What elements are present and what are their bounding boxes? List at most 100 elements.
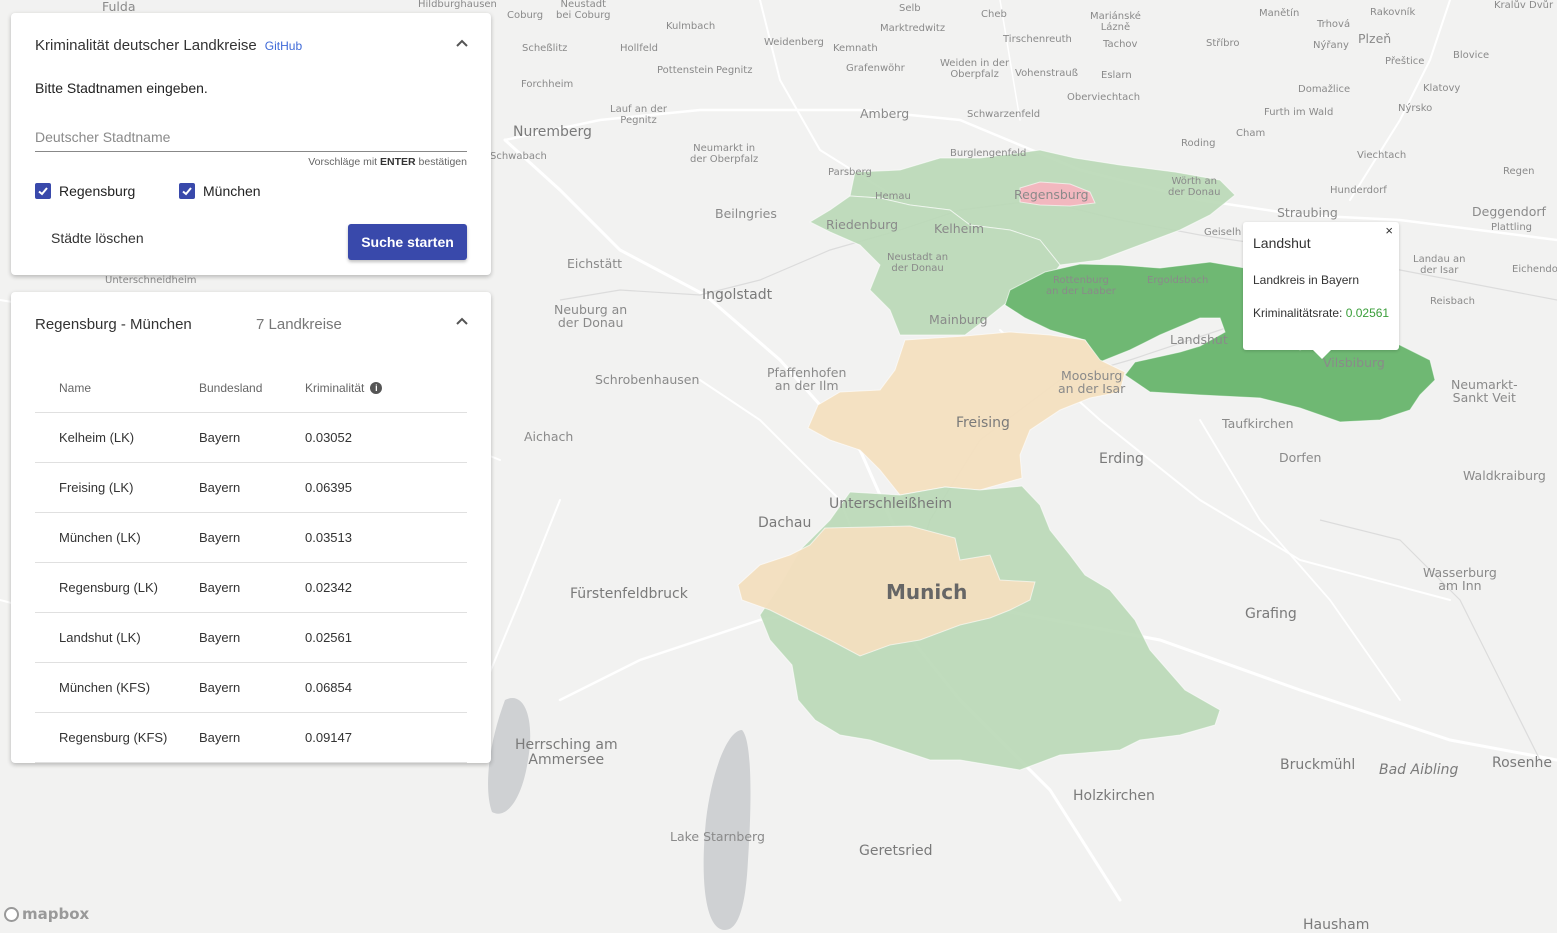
map-place-label: Viechtach bbox=[1357, 150, 1407, 161]
map-place-label: Pottenstein bbox=[657, 65, 714, 76]
map-place-label: Selb bbox=[899, 3, 921, 14]
map-place-label: Marktredwitz bbox=[880, 23, 946, 34]
map-place-label: Blovice bbox=[1453, 50, 1490, 61]
close-icon[interactable]: × bbox=[1385, 223, 1393, 238]
map-place-label: Unterschleißheim bbox=[829, 496, 953, 512]
info-icon[interactable]: i bbox=[370, 382, 383, 394]
map-place-label: Schwabach bbox=[490, 151, 547, 162]
map-place-label: Dorfen bbox=[1279, 450, 1322, 465]
panel-title: Kriminalität deutscher Landkreise GitHub bbox=[35, 37, 302, 54]
search-panel: Kriminalität deutscher Landkreise GitHub … bbox=[11, 13, 491, 275]
table-row[interactable]: Freising (LK) Bayern 0.06395 bbox=[35, 462, 467, 513]
map-place-label: Scheßlitz bbox=[522, 43, 568, 54]
map-place-label: Fürstenfeldbruck bbox=[570, 586, 688, 602]
map-place-label: Pegnitz bbox=[716, 65, 753, 76]
prompt-text: Bitte Stadtnamen eingeben. bbox=[35, 80, 208, 96]
chevron-up-icon[interactable] bbox=[455, 314, 469, 328]
map-place-label: Eichendo bbox=[1512, 264, 1557, 275]
map-place-label: Kralův Dvůr bbox=[1494, 0, 1554, 11]
map-place-label: Manětín bbox=[1259, 8, 1300, 19]
map-place-label: Klatovy bbox=[1423, 83, 1461, 94]
map-place-label: Eichstätt bbox=[567, 256, 623, 271]
checkbox-regensburg[interactable]: Regensburg bbox=[35, 183, 135, 199]
map-place-label: Aichach bbox=[524, 429, 574, 444]
cell-bundesland: Bayern bbox=[198, 512, 304, 563]
cell-name: München (KFS) bbox=[35, 662, 198, 713]
results-title: Regensburg - München bbox=[35, 316, 192, 333]
map-place-label: Holzkirchen bbox=[1073, 788, 1155, 804]
cell-name: Freising (LK) bbox=[35, 462, 198, 513]
mapbox-wordmark: mapbox bbox=[22, 905, 90, 923]
cell-kriminalitaet: 0.03513 bbox=[304, 512, 467, 563]
map-place-label: Hildburghausen bbox=[418, 0, 497, 10]
start-search-button[interactable]: Suche starten bbox=[348, 224, 467, 260]
clear-cities-button[interactable]: Städte löschen bbox=[41, 224, 154, 252]
table-row[interactable]: Regensburg (LK) Bayern 0.02342 bbox=[35, 562, 467, 613]
cell-name: Landshut (LK) bbox=[35, 612, 198, 663]
map-place-label: Nýrsko bbox=[1398, 103, 1433, 114]
table-row[interactable]: Regensburg (KFS) Bayern 0.09147 bbox=[35, 712, 467, 763]
checkbox-label: Regensburg bbox=[59, 183, 136, 199]
map-place-label: Coburg bbox=[507, 10, 544, 21]
map-place-label: Roding bbox=[1181, 138, 1216, 149]
results-count: 7 Landkreise bbox=[256, 316, 342, 333]
map-place-label: Munich bbox=[886, 580, 968, 604]
column-header-name[interactable]: Name bbox=[35, 364, 198, 413]
table-row[interactable]: Landshut (LK) Bayern 0.02561 bbox=[35, 612, 467, 663]
map-place-label: Landshut bbox=[1170, 332, 1228, 347]
table-row[interactable]: München (LK) Bayern 0.03513 bbox=[35, 512, 467, 563]
map-place-label: Schwarzenfeld bbox=[967, 109, 1041, 120]
map-place-label: Pfaffenhofen an der Ilm bbox=[767, 365, 847, 394]
table-header-row: Name Bundesland Kriminalität i bbox=[35, 364, 467, 413]
map-place-label: Eslarn bbox=[1101, 70, 1132, 81]
map-place-label: Neuburg an der Donau bbox=[554, 302, 628, 331]
city-search-input[interactable] bbox=[35, 125, 467, 149]
map-place-label: Lauf an der Pegnitz bbox=[610, 104, 667, 126]
map-place-label: Riedenburg bbox=[826, 217, 899, 232]
map-place-label: Rakovník bbox=[1370, 7, 1416, 18]
map-place-label: Erding bbox=[1099, 451, 1144, 467]
map-place-label: Nýřany bbox=[1313, 40, 1349, 51]
cell-bundesland: Bayern bbox=[198, 662, 304, 713]
district-popup: × Landshut Landkreis in Bayern Kriminali… bbox=[1243, 222, 1399, 359]
cell-bundesland: Bayern bbox=[198, 612, 304, 663]
mapbox-logo[interactable]: mapbox bbox=[4, 905, 89, 923]
map-place-label: Ergoldsbach bbox=[1147, 275, 1209, 286]
map-place-label: Regen bbox=[1503, 166, 1535, 177]
cell-name: Regensburg (KFS) bbox=[35, 712, 198, 763]
column-header-bundesland[interactable]: Bundesland bbox=[198, 364, 304, 413]
map-place-label: Dachau bbox=[758, 515, 812, 531]
cell-bundesland: Bayern bbox=[198, 712, 304, 763]
github-link[interactable]: GitHub bbox=[265, 39, 302, 53]
map-place-label: Mariánské Lázně bbox=[1090, 11, 1141, 33]
results-table: Name Bundesland Kriminalität i Kelheim (L… bbox=[35, 364, 467, 763]
map-place-label: Furth im Wald bbox=[1264, 107, 1334, 118]
map-place-label: Neustadt bei Coburg bbox=[556, 0, 611, 21]
chevron-up-icon[interactable] bbox=[455, 36, 469, 50]
map-place-label: Nuremberg bbox=[513, 124, 592, 140]
map-place-label: Taufkirchen bbox=[1222, 416, 1294, 431]
table-row[interactable]: Kelheim (LK) Bayern 0.03052 bbox=[35, 412, 467, 463]
map-place-label: Bad Aibling bbox=[1379, 762, 1459, 778]
map-place-label: Fulda bbox=[102, 0, 136, 14]
district-freising[interactable] bbox=[807, 331, 1126, 496]
app-title: Kriminalität deutscher Landkreise bbox=[35, 37, 257, 54]
checkbox-muenchen[interactable]: München bbox=[179, 183, 261, 199]
map-place-label: Waldkraiburg bbox=[1463, 468, 1546, 483]
map-place-label: Vohenstrauß bbox=[1015, 68, 1079, 79]
table-row[interactable]: München (KFS) Bayern 0.06854 bbox=[35, 662, 467, 713]
map-place-label: Geiselh bbox=[1204, 227, 1242, 238]
map-place-label: Deggendorf bbox=[1472, 204, 1546, 219]
map-place-label: Geretsried bbox=[859, 843, 933, 859]
cell-kriminalitaet: 0.09147 bbox=[304, 712, 467, 763]
map-place-label: Beilngries bbox=[715, 206, 777, 221]
map-place-label: Domažlice bbox=[1298, 84, 1351, 95]
popup-title: Landshut bbox=[1253, 235, 1311, 251]
checkmark-icon bbox=[179, 183, 195, 199]
map-place-label: Hemau bbox=[875, 191, 911, 202]
map-place-label: Wasserburg am Inn bbox=[1423, 565, 1497, 594]
column-header-kriminalitaet[interactable]: Kriminalität i bbox=[304, 364, 467, 413]
cell-name: Kelheim (LK) bbox=[35, 412, 198, 463]
map-place-label: Weiden in der Oberpfalz bbox=[940, 58, 1010, 80]
map-place-label: Straubing bbox=[1277, 205, 1338, 220]
